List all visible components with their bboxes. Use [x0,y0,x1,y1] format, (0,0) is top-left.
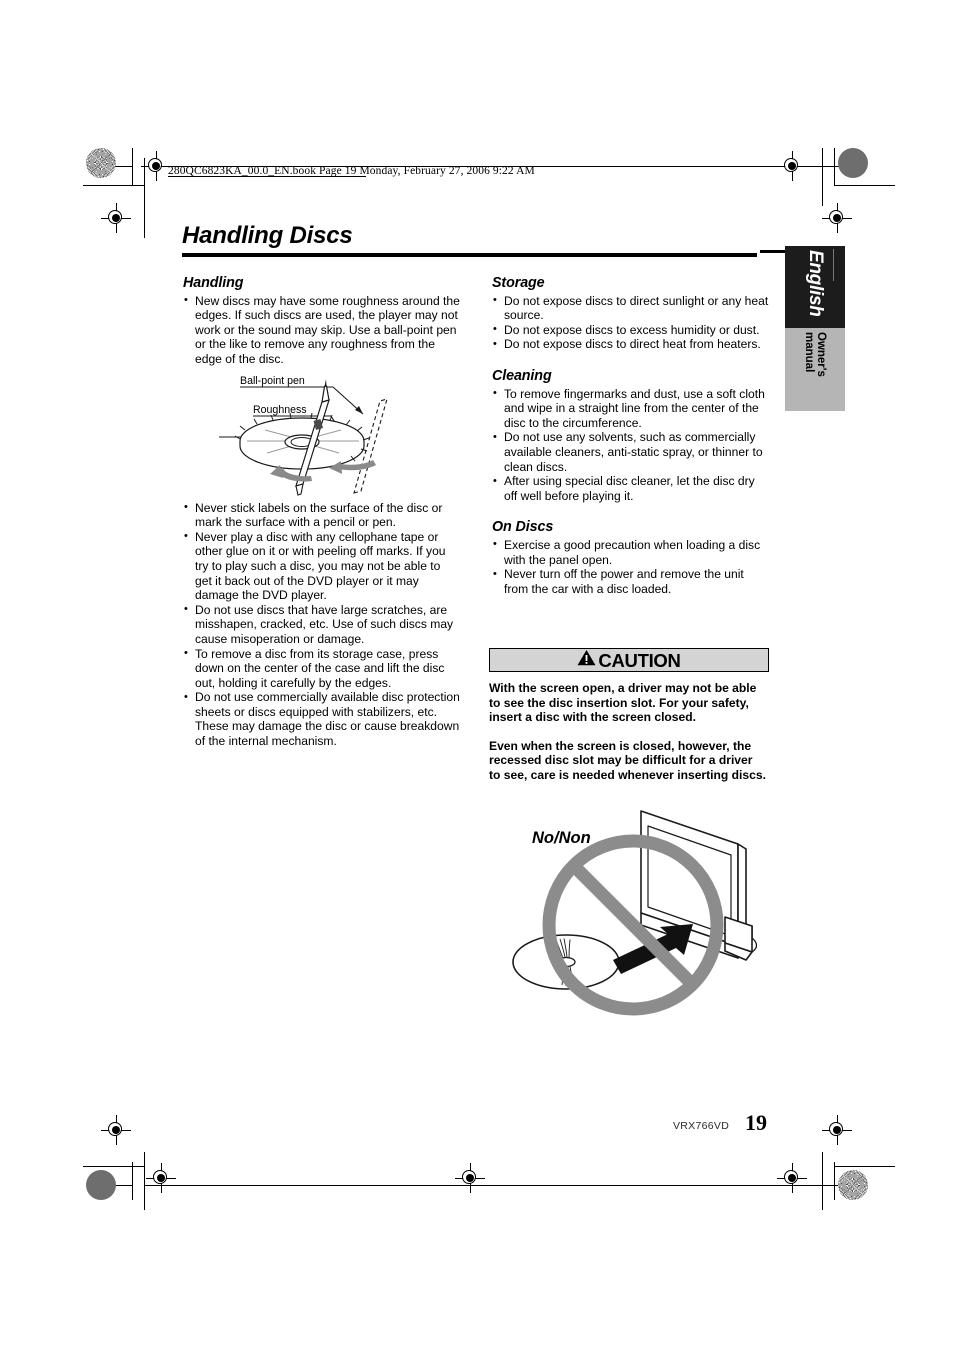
crop-mark-line [144,1152,145,1210]
halftone-target-top-right [838,148,868,178]
storage-bullet-list: Do not expose discs to direct sunlight o… [492,293,769,352]
registration-mark-top-left [141,151,171,181]
left-column: Handling New discs may have some roughne… [183,276,460,749]
page-number: 19 [745,1110,767,1135]
list-item: Do not expose discs to excess humidity o… [492,322,769,338]
figure-label-roughness: Roughness [253,403,307,416]
section-heading-handling: Handling [183,275,244,291]
handling-bullet-list-continued: Never stick labels on the surface of the… [183,500,460,749]
halftone-target-top-left [86,148,116,178]
caution-paragraph-2: Even when the screen is closed, however,… [489,738,766,782]
list-item: Do not expose discs to direct heat from … [492,337,769,352]
list-item: Do not use commercially available disc p… [183,690,460,748]
figure-label-ball-point-pen: Ball-point pen [240,374,305,387]
list-item: Do not use discs that have large scratch… [183,602,460,647]
section-heading-cleaning: Cleaning [492,367,552,384]
crop-mark-line [834,1162,835,1200]
caution-title: CAUTION [598,649,681,671]
side-tab-english: English [785,246,845,328]
list-item: Never stick labels on the surface of the… [183,500,460,530]
registration-mark-right-upper [822,203,852,233]
crop-mark-line [834,185,895,186]
caution-header-bar: CAUTION [489,648,769,672]
crop-mark-line [83,1166,144,1167]
list-item: New discs may have some roughness around… [183,293,460,367]
right-column: Storage Do not expose discs to direct su… [492,276,769,596]
crop-mark-line [822,148,823,206]
halftone-target-bottom-right [838,1170,868,1200]
crop-mark-line [132,148,133,186]
no-insert-figure: No/Non [500,800,785,1025]
registration-mark-top-right [777,151,807,181]
list-item: Never play a disc with any cellophane ta… [183,529,460,603]
caution-box: CAUTION With the screen open, a driver m… [489,648,769,783]
book-file-header-rule [168,176,366,177]
list-item: Exercise a good precaution when loading … [492,537,769,567]
footer-model-number: VRX766VD [673,1120,730,1132]
crop-mark-line [834,1166,895,1167]
section-heading-storage: Storage [492,275,545,291]
crop-mark-line [132,1162,133,1200]
caution-body: With the screen open, a driver may not b… [489,681,767,783]
side-tab-owners-manual: Owner's manual [785,328,845,411]
page-title: Handling Discs [182,222,353,249]
registration-mark-bottom-center [455,1163,485,1193]
disc-pen-figure: Ball-point pen Roughness [183,373,460,501]
crop-mark-line [144,1185,844,1186]
list-item: Do not expose discs to direct sunlight o… [492,293,769,323]
list-item: Do not use any solvents, such as commerc… [492,430,769,474]
list-item: Never turn off the power and remove the … [492,567,769,596]
side-tab-owners-manual-label: Owner's manual [803,332,827,377]
no-non-label: No/Non [532,829,591,847]
side-tab-tick [760,250,786,253]
list-item: To remove a disc from its storage case, … [183,646,460,691]
crop-mark-line [822,1152,823,1210]
registration-mark-bottom-left [146,1163,176,1193]
section-heading-on-discs: On Discs [492,519,554,536]
registration-mark-left-upper [101,203,131,233]
on-discs-bullet-list: Exercise a good precaution when loading … [492,537,769,596]
registration-mark-right-lower [822,1115,852,1145]
registration-mark-left-lower [101,1115,131,1145]
warning-triangle-icon [577,649,596,671]
side-tab-divider [833,249,834,281]
list-item: To remove fingermarks and dust, use a so… [492,386,769,431]
caution-paragraph-1: With the screen open, a driver may not b… [489,681,757,725]
page-title-rule [182,253,757,257]
crop-mark-line [834,148,835,186]
registration-mark-bottom-right [777,1163,807,1193]
cleaning-bullet-list: To remove fingermarks and dust, use a so… [492,386,769,504]
halftone-target-bottom-left [86,1170,116,1200]
handling-bullet-list: New discs may have some roughness around… [183,293,460,367]
side-tab-english-label: English [805,250,826,317]
crop-mark-line [83,185,144,186]
list-item: After using special disc cleaner, let th… [492,474,769,503]
